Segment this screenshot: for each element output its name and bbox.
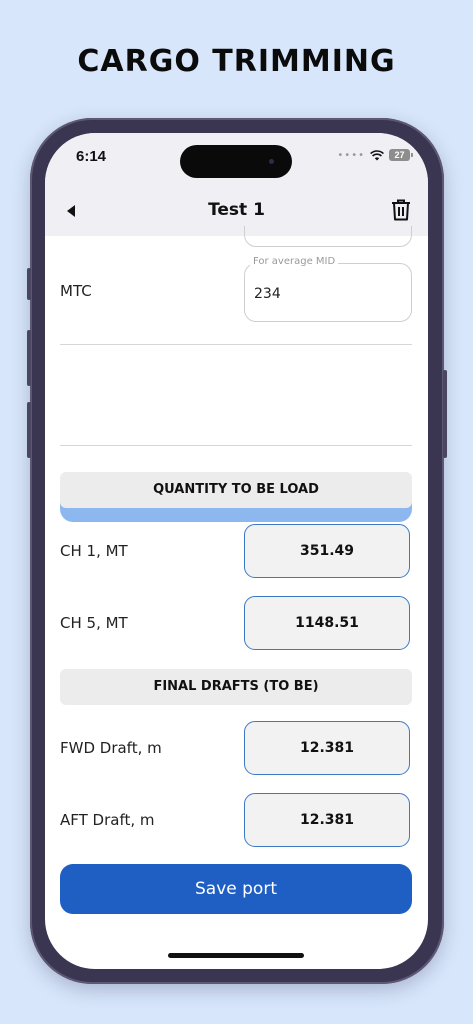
phone-screen: 6:14 •••• 27 Test 1 MTC For average MID … — [45, 133, 428, 969]
mtc-input-value: 234 — [254, 286, 281, 302]
wifi-icon — [370, 149, 384, 160]
status-icons: •••• 27 — [337, 149, 413, 161]
battery-icon: 27 — [389, 149, 413, 161]
fwd-draft-label: FWD Draft, m — [60, 739, 162, 757]
status-time: 6:14 — [76, 148, 107, 165]
divider — [60, 445, 412, 446]
aft-draft-value-field[interactable]: 12.381 — [244, 793, 410, 847]
fwd-draft-value-field[interactable]: 12.381 — [244, 721, 410, 775]
mtc-input[interactable]: For average MID 234 — [244, 256, 412, 322]
ch5-label: CH 5, MT — [60, 614, 128, 632]
trash-icon[interactable] — [390, 198, 412, 222]
home-indicator[interactable] — [168, 953, 304, 958]
phone-volume-down-button — [27, 402, 31, 458]
content-area: MTC For average MID 234 INTERPOLATION CA… — [45, 226, 428, 969]
divider — [60, 344, 412, 345]
save-port-button[interactable]: Save port — [60, 864, 412, 914]
status-bar: 6:14 •••• 27 — [45, 133, 428, 188]
page-title: Test 1 — [208, 200, 265, 220]
quantity-section-header: QUANTITY TO BE LOAD — [60, 472, 412, 508]
phone-side-button — [27, 268, 31, 300]
phone-power-button — [443, 370, 447, 458]
mtc-label: MTC — [60, 282, 92, 300]
drafts-section-header: FINAL DRAFTS (TO BE) — [60, 669, 412, 705]
dynamic-island — [180, 145, 292, 178]
ch5-value-field[interactable]: 1148.51 — [244, 596, 410, 650]
aft-draft-label: AFT Draft, m — [60, 811, 155, 829]
signal-icon: •••• — [337, 149, 365, 161]
mtc-input-legend: For average MID — [250, 256, 339, 267]
phone-volume-up-button — [27, 330, 31, 386]
previous-field-edge — [244, 226, 412, 247]
promo-title: CARGO TRIMMING — [77, 44, 396, 79]
ch1-value-field[interactable]: 351.49 — [244, 524, 410, 578]
ch1-label: CH 1, MT — [60, 542, 128, 560]
camera-dot — [269, 159, 274, 164]
